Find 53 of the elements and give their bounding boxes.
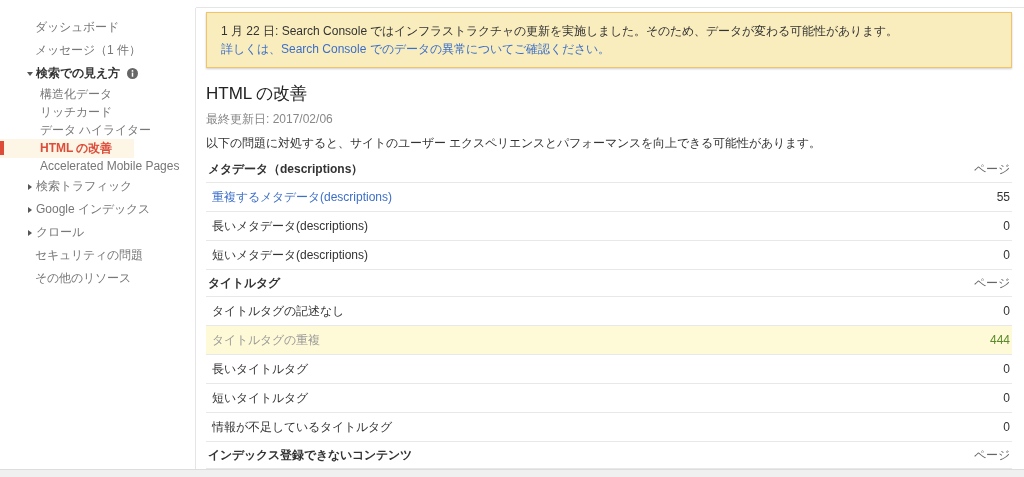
caret-right-icon: [27, 183, 33, 190]
table-row[interactable]: タイトルタグの重複 444: [206, 326, 1012, 355]
table-row[interactable]: 長いタイトルタグ 0: [206, 355, 1012, 384]
issue-label: 短いメタデータ(descriptions): [212, 246, 369, 264]
section-heading: メタデータ（descriptions）: [208, 160, 364, 178]
page-count: 0: [1003, 304, 1010, 318]
section-heading: インデックス登録できないコンテンツ: [208, 446, 412, 464]
page-count: 0: [1003, 362, 1010, 376]
caret-right-icon: [27, 229, 33, 236]
table-row[interactable]: 短いタイトルタグ 0: [206, 384, 1012, 413]
issue-label: タイトルタグの重複: [212, 331, 320, 349]
table-row[interactable]: 重複するメタデータ(descriptions) 55: [206, 183, 1012, 212]
nav-group-item[interactable]: 検索での見え方: [0, 62, 138, 85]
section-heading: タイトルタグ: [208, 274, 280, 292]
nav-group-item[interactable]: クロール: [0, 221, 84, 244]
issue-label: 長いタイトルタグ: [212, 360, 308, 378]
page-count: 0: [1003, 248, 1010, 262]
page-count: 444: [989, 333, 1010, 347]
nav-subitem[interactable]: Accelerated Mobile Pages: [0, 158, 186, 174]
page-count: 0: [1003, 391, 1010, 405]
selection-marker: [0, 141, 4, 155]
notice-link[interactable]: 詳しくは、Search Console でのデータの異常についてご確認ください。: [221, 42, 610, 56]
nav-group-item[interactable]: 検索トラフィック: [0, 175, 132, 198]
notice-text: 1 月 22 日: Search Console ではインフラストラクチャの更新を実施しました。そのため、データが変わる可能性があります。 詳しくは、Search Console でのデータの異常についてご確認ください。: [221, 24, 899, 56]
page-count: 0: [1003, 219, 1010, 233]
page-title: HTML の改善: [206, 83, 309, 105]
last-updated-text: 最終更新日: 2017/02/06: [206, 111, 334, 128]
page-count: 0: [1003, 420, 1010, 434]
table-row[interactable]: 長いメタデータ(descriptions) 0: [206, 212, 1012, 241]
issue-label: タイトルタグの記述なし: [212, 302, 344, 320]
description-text: 以下の問題に対処すると、サイトのユーザー エクスペリエンスとパフォーマンスを向上できる可能性があります。: [206, 135, 823, 152]
nav-item[interactable]: セキュリティの問題: [0, 244, 143, 267]
table-row[interactable]: 情報が不足しているタイトルタグ 0: [206, 413, 1012, 442]
caret-right-icon: [27, 206, 33, 213]
page-count: 55: [996, 190, 1010, 204]
column-heading: ページ: [974, 446, 1010, 464]
nav-subitem[interactable]: データ ハイライター: [0, 120, 158, 140]
nav-subitem[interactable]: HTML の改善: [0, 138, 135, 158]
issue-link[interactable]: 重複するメタデータ(descriptions): [212, 188, 393, 206]
issue-label: 長いメタデータ(descriptions): [212, 217, 369, 235]
info-icon[interactable]: [127, 68, 138, 79]
caret-down-icon: [27, 70, 33, 77]
nav-group-item[interactable]: Google インデックス: [0, 198, 151, 221]
issue-label: 短いタイトルタグ: [212, 389, 308, 407]
nav-subitem[interactable]: 構造化データ: [0, 84, 118, 104]
nav-item[interactable]: メッセージ（1 件）: [0, 39, 141, 62]
column-heading: ページ: [974, 160, 1010, 178]
issue-label: 情報が不足しているタイトルタグ: [212, 418, 392, 436]
nav-item[interactable]: その他のリソース: [0, 267, 131, 290]
nav-subitem[interactable]: リッチカード: [0, 102, 118, 122]
column-heading: ページ: [974, 274, 1010, 292]
nav-item[interactable]: ダッシュボード: [0, 16, 119, 39]
table-row[interactable]: 短いメタデータ(descriptions) 0: [206, 241, 1012, 270]
